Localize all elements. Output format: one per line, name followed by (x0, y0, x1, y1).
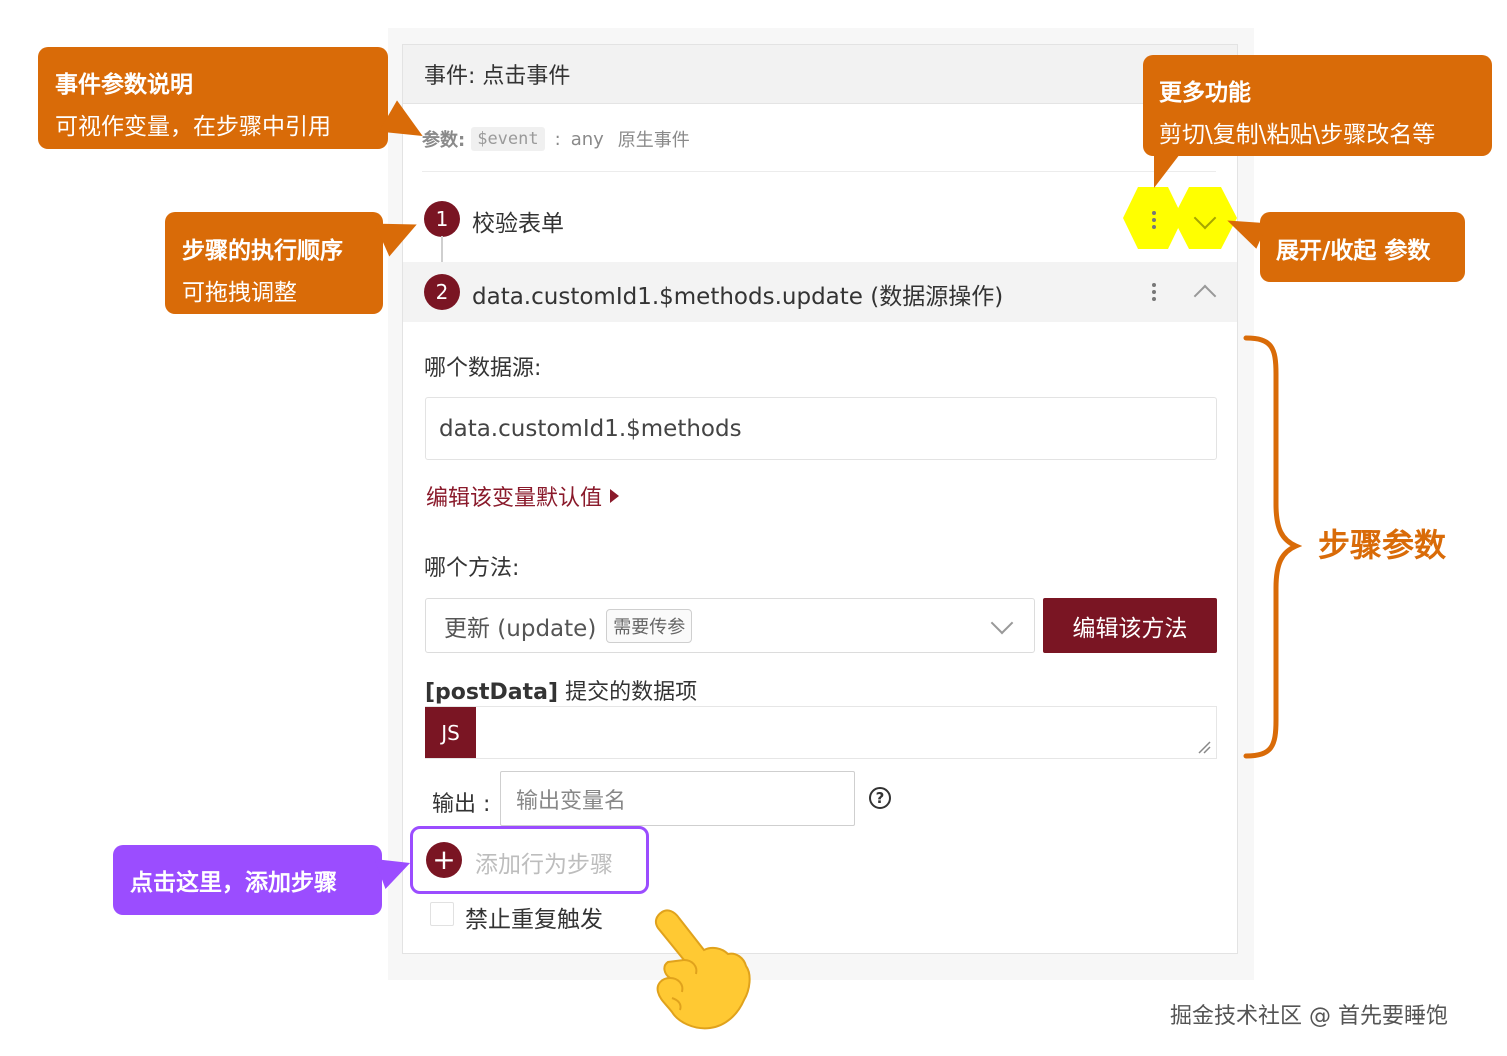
datasource-label: 哪个数据源: (424, 356, 542, 381)
brace-icon (1243, 335, 1302, 759)
step-row-2[interactable]: 2 data.customId1.$methods.update (数据源操作) (403, 262, 1237, 322)
chevron-down-icon (990, 611, 1014, 635)
callout-add-step: 点击这里，添加步骤 (113, 845, 382, 915)
step-params-annotation: 步骤参数 (1318, 526, 1447, 564)
method-tag: 需要传参 (606, 608, 693, 643)
callout-title: 步骤的执行顺序 (182, 238, 343, 264)
callout-step-order: 步骤的执行顺序 可拖拽调整 (165, 212, 383, 314)
param-desc: 原生事件 (617, 130, 690, 151)
param-separator: : (554, 128, 561, 150)
event-params: 参数: $event : any 原生事件 (422, 124, 690, 154)
more-vertical-icon[interactable] (1151, 283, 1157, 301)
step-number-badge[interactable]: 2 (424, 274, 460, 310)
js-toggle-button[interactable]: JS (425, 707, 476, 758)
no-repeat-label: 禁止重复触发 (465, 907, 603, 933)
resize-handle-icon[interactable] (1197, 740, 1211, 754)
pointing-hand-icon (654, 909, 751, 1030)
help-circle-icon[interactable]: ? (869, 787, 891, 809)
output-label: 输出 : (432, 792, 491, 817)
step-label: 校验表单 (472, 211, 564, 237)
step-number-badge[interactable]: 1 (424, 201, 460, 237)
callout-event-params: 事件参数说明 可视作变量，在步骤中引用 (38, 47, 388, 149)
method-value: 更新 (update) (444, 615, 597, 642)
method-select[interactable]: 更新 (update) 需要传参 (425, 598, 1035, 653)
callout-more-functions: 更多功能 剪切\复制\粘贴\步骤改名等 (1143, 55, 1492, 156)
callout-desc: 剪切\复制\粘贴\步骤改名等 (1159, 122, 1436, 148)
postdata-desc: 提交的数据项 (565, 680, 698, 705)
param-name: $event (471, 127, 545, 151)
callout-title: 更多功能 (1159, 80, 1251, 106)
output-var-input[interactable]: 输出变量名 (500, 771, 855, 826)
datasource-field[interactable]: data.customId1.$methods (425, 397, 1217, 460)
method-label: 哪个方法: (424, 556, 520, 581)
callout-desc: 可拖拽调整 (182, 280, 297, 306)
edit-default-link-label: 编辑该变量默认值 (426, 486, 603, 511)
postdata-label: [postData] 提交的数据项 (425, 674, 697, 706)
postdata-key: [postData] (425, 680, 559, 705)
event-title: 事件: 点击事件 (424, 64, 571, 89)
callout-expand-collapse: 展开/收起 参数 (1260, 212, 1465, 282)
callout-pointer (1154, 154, 1180, 188)
callout-desc: 可视作变量，在步骤中引用 (55, 114, 331, 140)
callout-title: 事件参数说明 (55, 72, 193, 98)
watermark: 掘金技术社区 @ 首先要睡饱 (1170, 1004, 1448, 1029)
callout-title: 展开/收起 参数 (1276, 238, 1431, 264)
step-label: data.customId1.$methods.update (数据源操作) (472, 284, 1004, 310)
edit-method-button[interactable]: 编辑该方法 (1043, 598, 1217, 653)
no-repeat-checkbox[interactable] (430, 902, 454, 926)
plus-icon[interactable]: + (426, 842, 462, 878)
param-type: any (570, 128, 604, 150)
edit-default-link[interactable]: 编辑该变量默认值 (426, 480, 620, 512)
divider (422, 171, 1216, 172)
chevron-up-icon[interactable] (1193, 284, 1217, 308)
caret-right-icon (610, 489, 620, 503)
add-step-label: 添加行为步骤 (475, 852, 613, 878)
postdata-editor[interactable] (425, 706, 1217, 759)
step-row-1[interactable]: 1 校验表单 (403, 187, 1237, 250)
more-vertical-icon[interactable] (1151, 211, 1157, 229)
params-label: 参数: (422, 130, 466, 151)
